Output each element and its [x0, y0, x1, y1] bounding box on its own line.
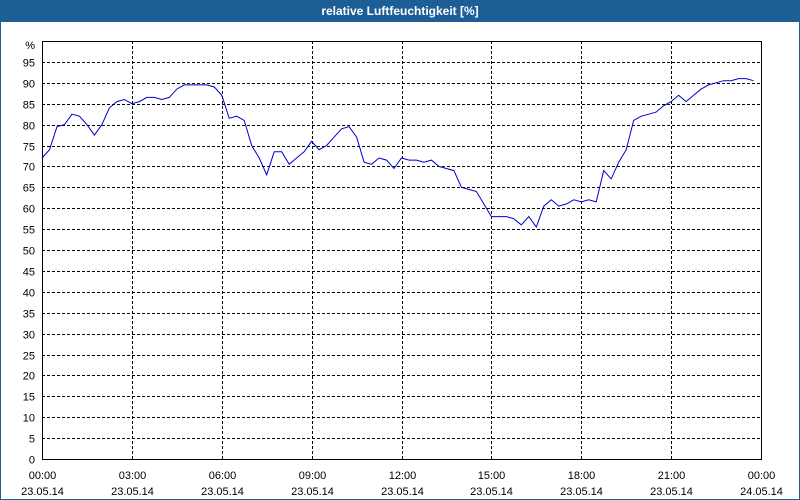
- chart-title: relative Luftfeuchtigkeit [%]: [1, 1, 799, 22]
- x-axis: 00:00 23.05.14 03:00 23.05.14 06:00 23.05.14 0…: [21, 470, 783, 498]
- x-tick-time: 00:00: [29, 470, 57, 482]
- x-tick-time: 15:00: [478, 470, 506, 482]
- x-tick-time: 09:00: [299, 470, 327, 482]
- y-tick-label: 20: [23, 371, 35, 383]
- y-tick-label: 65: [23, 183, 35, 195]
- x-tick-date: 23.05.14: [560, 486, 603, 498]
- y-tick-label: 40: [23, 288, 35, 300]
- x-tick-time: 03:00: [119, 470, 147, 482]
- y-tick-label: 10: [23, 413, 35, 425]
- y-tick-label: 85: [23, 100, 35, 112]
- y-tick-label: 5: [29, 434, 35, 446]
- y-tick-label: 50: [23, 246, 35, 258]
- y-tick-label: 95: [23, 58, 35, 70]
- y-axis-label: %: [25, 40, 35, 52]
- y-tick-label: 60: [23, 204, 35, 216]
- x-tick-date: 23.05.14: [111, 486, 154, 498]
- x-tick-date: 23.05.14: [291, 486, 334, 498]
- y-tick-label: 90: [23, 79, 35, 91]
- x-tick-time: 00:00: [748, 470, 776, 482]
- y-tick-label: 30: [23, 330, 35, 342]
- x-tick-time: 18:00: [568, 470, 596, 482]
- x-tick-date: 23.05.14: [470, 486, 513, 498]
- x-tick-date: 23.05.14: [201, 486, 244, 498]
- y-tick-label: 0: [29, 455, 35, 467]
- x-tick-date: 24.05.14: [740, 486, 783, 498]
- grid-layer: [42, 41, 761, 459]
- y-tick-label: 45: [23, 267, 35, 279]
- x-tick-time: 06:00: [209, 470, 237, 482]
- series-line: [41, 78, 754, 229]
- x-tick-date: 23.05.14: [650, 486, 693, 498]
- y-tick-label: 35: [23, 309, 35, 321]
- y-axis: % 0 5 10 15 20 25 30 35 40 45 50 55 60 65 70 75 80 85 90 95: [23, 40, 35, 467]
- y-tick-label: 80: [23, 121, 35, 133]
- y-tick-label: 55: [23, 225, 35, 237]
- humidity-chart: % 0 5 10 15 20 25 30 35 40 45 50 55 60 65 70 75 80 85 90 95…: [21, 40, 783, 498]
- x-tick-time: 12:00: [389, 470, 417, 482]
- chart-window: relative Luftfeuchtigkeit [%] % 0 5 10 15 20…: [0, 0, 800, 500]
- x-tick-time: 21:00: [658, 470, 686, 482]
- x-tick-date: 23.05.14: [21, 486, 64, 498]
- y-tick-label: 70: [23, 162, 35, 174]
- x-tick-date: 23.05.14: [381, 486, 424, 498]
- y-tick-label: 25: [23, 351, 35, 363]
- y-tick-label: 15: [23, 392, 35, 404]
- y-tick-label: 75: [23, 142, 35, 154]
